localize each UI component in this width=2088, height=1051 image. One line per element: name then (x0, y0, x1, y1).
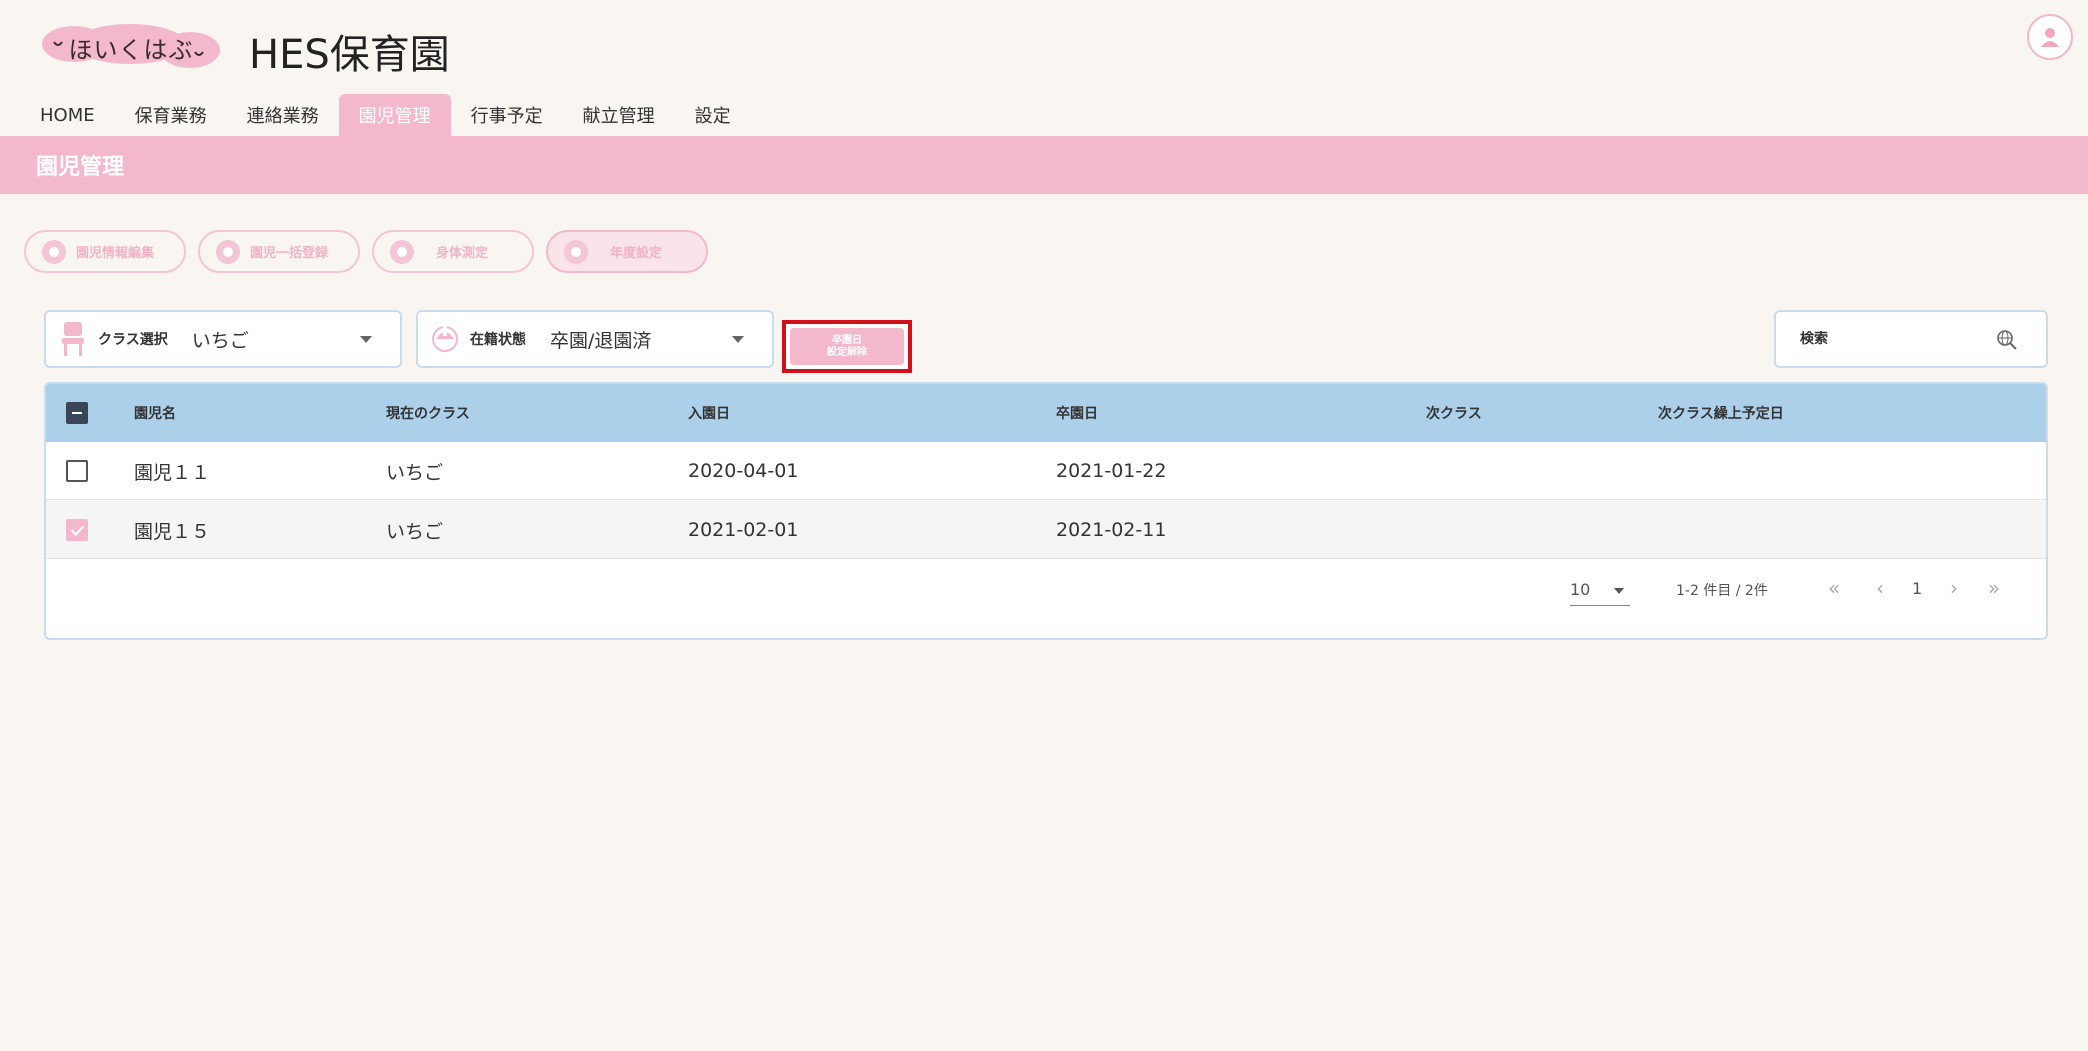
row-current-class: いちご (386, 520, 444, 543)
row-checkbox[interactable] (66, 460, 88, 482)
clear-graduation-date-button[interactable]: 卒園日 設定解除 (790, 328, 904, 365)
tab-child-management[interactable]: 園児管理 (338, 94, 451, 136)
chevron-down-icon (732, 335, 744, 343)
current-page[interactable]: 1 (1912, 579, 1922, 598)
status-select-value: 卒園/退園済 (550, 329, 652, 352)
bulk-register-label: 園児一括登録 (250, 246, 329, 261)
group-icon (216, 239, 240, 264)
tab-settings[interactable]: 設定 (675, 94, 751, 136)
row-checkbox[interactable] (66, 519, 88, 541)
measure-icon (390, 239, 414, 264)
header-name[interactable]: 園児名 (134, 384, 176, 442)
helmet-icon (432, 326, 458, 352)
body-measure-button[interactable]: 身体測定 (372, 230, 534, 273)
pagination: 10 1-2 件目 / 2件 « ‹ 1 › » (46, 560, 2046, 618)
per-page-value: 10 (1570, 580, 1591, 599)
row-checkbox-cell (66, 501, 90, 559)
row-graduation-date: 2021-02-11 (1056, 519, 1167, 541)
child-info-edit-button[interactable]: 園児情報編集 (24, 230, 186, 273)
search-input[interactable] (1800, 331, 1990, 347)
year-settings-button[interactable]: 年度設定 (546, 230, 708, 273)
action-buttons: 園児情報編集 園児一括登録 身体測定 年度設定 (24, 230, 708, 273)
row-graduation-date: 2021-01-22 (1056, 460, 1167, 482)
table-row[interactable]: 園児１１ いちご 2020-04-01 2021-01-22 (46, 442, 2046, 500)
status-select[interactable]: 在籍状態 卒園/退園済 (416, 310, 774, 368)
chevron-down-icon (1614, 588, 1624, 594)
tab-communication[interactable]: 連絡業務 (227, 94, 339, 136)
pagination-range: 1-2 件目 / 2件 (1676, 583, 1768, 599)
class-select-label: クラス選択 (98, 332, 168, 348)
table-header: 園児名 現在のクラス 入園日 卒園日 次クラス 次クラス繰上予定日 (46, 384, 2046, 442)
header-next-class[interactable]: 次クラス (1426, 384, 1482, 442)
row-checkbox-cell (66, 442, 90, 500)
bulk-register-button[interactable]: 園児一括登録 (198, 230, 360, 273)
row-name: 園児１５ (134, 520, 211, 543)
tab-childcare[interactable]: 保育業務 (115, 94, 227, 136)
body-measure-label: 身体測定 (436, 246, 489, 261)
user-avatar-button[interactable] (2027, 14, 2073, 60)
row-current-class: いちご (386, 461, 444, 484)
table-row[interactable]: 園児１５ いちご 2021-02-01 2021-02-11 (46, 501, 2046, 559)
class-select-value: いちご (191, 329, 249, 352)
row-name: 園児１１ (134, 461, 211, 484)
app-root: ほいくはぶ HES保育園 HOME 保育業務 連絡業務 園児管理 行事予定 献立… (0, 0, 2088, 1051)
calendar-icon (564, 239, 588, 264)
header-checkbox-cell (66, 384, 90, 442)
clear-button-line2: 設定解除 (827, 346, 867, 358)
clear-button-line1: 卒園日 (832, 334, 862, 346)
page-title: 園児管理 (36, 155, 125, 180)
child-info-edit-label: 園児情報編集 (76, 246, 155, 261)
tab-menu[interactable]: 献立管理 (563, 94, 675, 136)
person-icon (2041, 28, 2059, 47)
chevron-down-icon (360, 335, 372, 343)
tab-events[interactable]: 行事予定 (451, 94, 563, 136)
tab-home[interactable]: HOME (26, 94, 115, 136)
row-enter-date: 2020-04-01 (688, 460, 799, 482)
first-page-button[interactable]: « (1828, 576, 1840, 600)
highlight-frame: 卒園日 設定解除 (782, 320, 912, 373)
header-next-class-date[interactable]: 次クラス繰上予定日 (1658, 384, 1784, 442)
main-nav: HOME 保育業務 連絡業務 園児管理 行事予定 献立管理 設定 (26, 94, 751, 136)
select-all-checkbox[interactable] (66, 402, 88, 424)
row-enter-date: 2021-02-01 (688, 519, 799, 541)
next-page-button[interactable]: › (1950, 576, 1958, 600)
last-page-button[interactable]: » (1988, 576, 2000, 600)
header-graduation-date[interactable]: 卒園日 (1056, 384, 1098, 442)
app-logo[interactable]: ほいくはぶ (40, 24, 222, 70)
prev-page-button[interactable]: ‹ (1876, 576, 1884, 600)
logo-text: ほいくはぶ (68, 35, 194, 64)
class-select[interactable]: クラス選択 いちご (44, 310, 402, 368)
status-select-label: 在籍状態 (470, 332, 526, 348)
search-box (1774, 310, 2048, 368)
header-current-class[interactable]: 現在のクラス (386, 384, 470, 442)
organization-name: HES保育園 (249, 32, 450, 78)
search-icon[interactable] (1996, 329, 2018, 351)
page-banner: 園児管理 (0, 136, 2088, 194)
header-enter-date[interactable]: 入園日 (688, 384, 730, 442)
year-settings-label: 年度設定 (610, 246, 663, 261)
child-edit-icon (42, 239, 66, 264)
children-table: 園児名 現在のクラス 入園日 卒園日 次クラス 次クラス繰上予定日 園児１１ い… (44, 382, 2048, 640)
per-page-select[interactable]: 10 (1570, 574, 1630, 606)
chair-icon (62, 322, 84, 356)
